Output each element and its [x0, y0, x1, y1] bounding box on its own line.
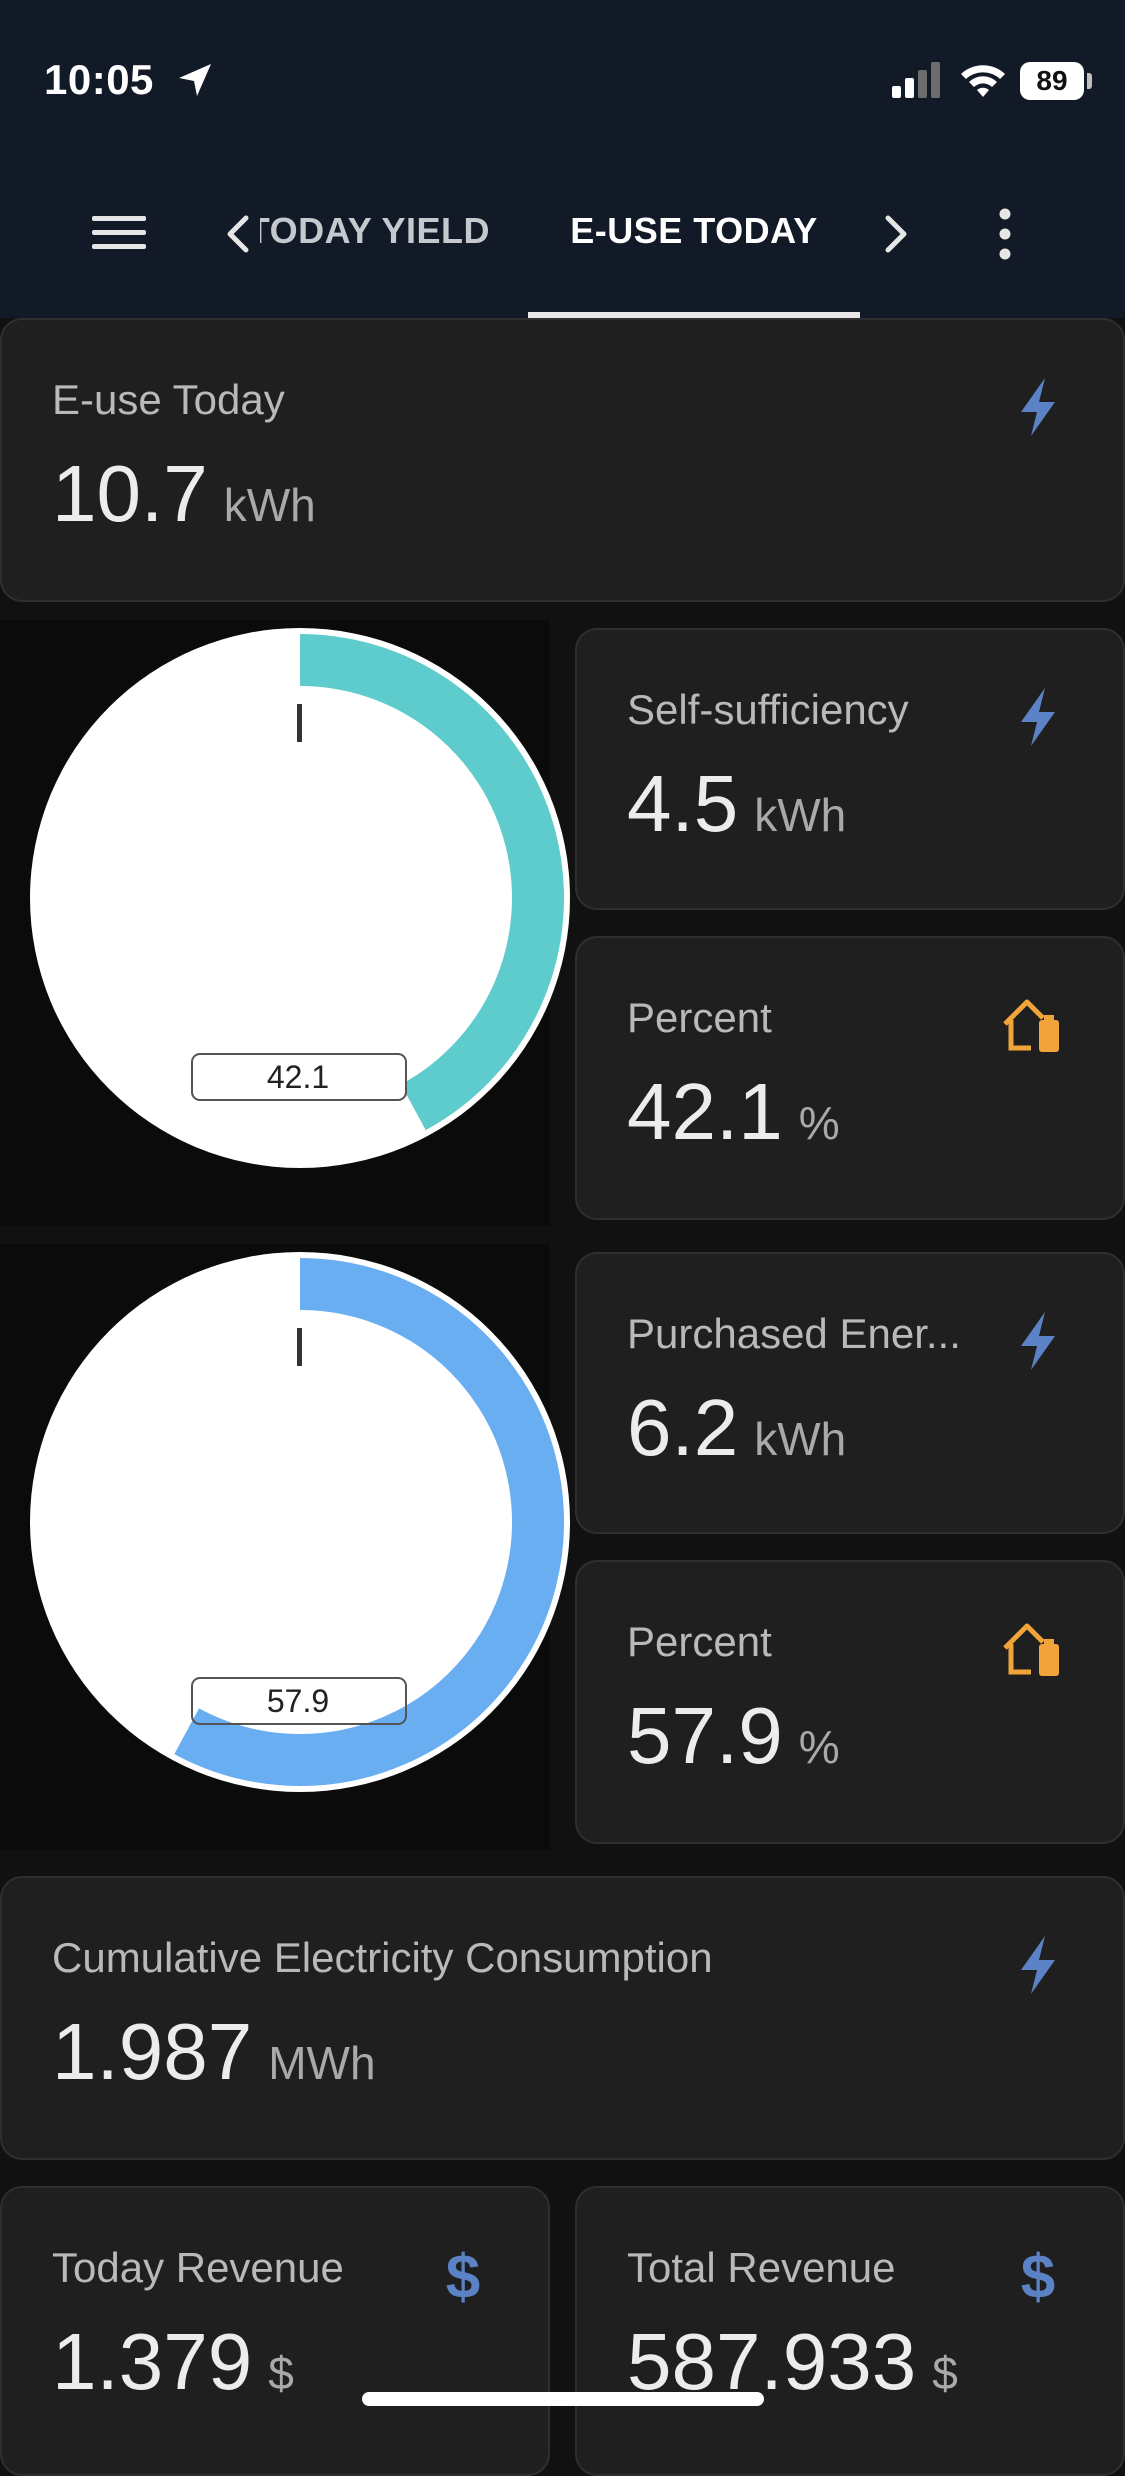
cellular-signal-icon: [892, 62, 940, 98]
e-use-today-card[interactable]: E-use Today 10.7 kWh: [0, 318, 1125, 602]
purchased-energy-card[interactable]: Purchased Ener... 6.2 kWh: [575, 1252, 1125, 1534]
card-label: Today Revenue: [52, 2244, 344, 2291]
home-indicator: [362, 2392, 764, 2406]
location-arrow-icon: [179, 64, 211, 96]
battery-tip: [1087, 73, 1092, 89]
card-value: 42.1%: [627, 1067, 840, 1156]
dollar-icon: $: [1021, 2244, 1055, 2306]
home-battery-icon: [1003, 1623, 1059, 1676]
wifi-icon: [961, 65, 1005, 97]
card-label: Cumulative Electricity Consumption: [52, 1934, 713, 1981]
card-value: 10.7 kWh: [52, 449, 316, 538]
svg-text:$: $: [446, 2244, 480, 2306]
card-label: Purchased Ener...: [627, 1310, 961, 1357]
status-bar: 10:05 89: [0, 0, 1125, 150]
card-value: 4.5 kWh: [627, 759, 847, 848]
gauge-value-label: 57.9: [267, 1683, 329, 1719]
bolt-icon: [1021, 1936, 1055, 1994]
home-battery-icon: [1003, 999, 1059, 1052]
battery-level: 89: [1020, 62, 1084, 100]
purchased-energy-gauge: 57.9: [30, 1252, 570, 1792]
card-value: 6.2 kWh: [627, 1383, 847, 1472]
bolt-icon: [1021, 688, 1055, 746]
today-revenue-card[interactable]: Today Revenue 1.379 $ $: [0, 2186, 550, 2476]
card-value: 1.379 $: [52, 2317, 294, 2406]
card-label: Self-sufficiency: [627, 686, 909, 733]
bolt-icon: [1021, 1312, 1055, 1370]
self-sufficiency-card[interactable]: Self-sufficiency 4.5 kWh: [575, 628, 1125, 910]
status-time: 10:05: [44, 56, 154, 103]
self-sufficiency-gauge: 42.1: [30, 628, 570, 1168]
card-label: Percent: [627, 994, 772, 1041]
svg-text:$: $: [1021, 2244, 1055, 2306]
bolt-icon: [1021, 378, 1055, 436]
gauge-value-label: 42.1: [267, 1059, 329, 1095]
card-label: Total Revenue: [627, 2244, 896, 2291]
total-revenue-card[interactable]: Total Revenue 587.933 $ $: [575, 2186, 1125, 2476]
card-value: 1.987 MWh: [52, 2007, 376, 2096]
card-label: E-use Today: [52, 376, 285, 423]
chevron-left-icon[interactable]: [224, 214, 252, 254]
card-label: Percent: [627, 1618, 772, 1665]
tab-e-use-today[interactable]: E-USE TODAY: [528, 210, 860, 252]
top-toolbar: TODAY YIELD E-USE TODAY: [0, 150, 1125, 318]
card-value: 57.9%: [627, 1691, 840, 1780]
gauge-tick: [297, 1328, 302, 1366]
gauge-tick: [297, 704, 302, 742]
cumulative-consumption-card[interactable]: Cumulative Electricity Consumption 1.987…: [0, 1876, 1125, 2160]
dollar-icon: $: [446, 2244, 480, 2306]
tab-today-yield[interactable]: TODAY YIELD: [260, 210, 490, 252]
menu-icon[interactable]: [90, 210, 148, 256]
chevron-right-icon[interactable]: [882, 214, 910, 254]
more-vertical-icon[interactable]: [990, 206, 1020, 262]
self-sufficiency-percent-card[interactable]: Percent 42.1%: [575, 936, 1125, 1220]
purchased-energy-percent-card[interactable]: Percent 57.9%: [575, 1560, 1125, 1844]
